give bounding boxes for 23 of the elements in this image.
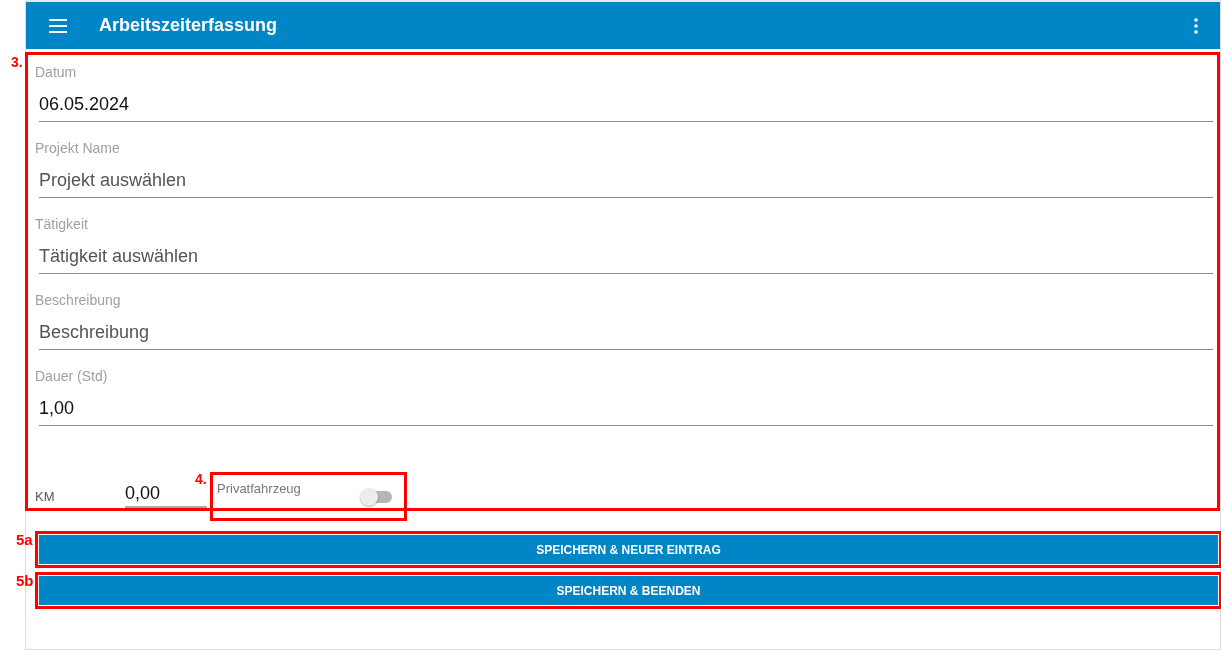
field-label: KM bbox=[35, 489, 56, 504]
input-field[interactable]: Tätigkeit auswählen bbox=[39, 242, 1213, 274]
input-field[interactable]: 0,00 bbox=[125, 483, 207, 508]
field-label: Projekt Name bbox=[35, 140, 121, 158]
annotation-label: 5b bbox=[16, 573, 34, 588]
more-options-icon[interactable] bbox=[1194, 17, 1198, 34]
field-label: Beschreibung bbox=[35, 292, 122, 310]
input-field[interactable]: Projekt auswählen bbox=[39, 166, 1213, 198]
save-button[interactable]: SPEICHERN & NEUER EINTRAG bbox=[39, 535, 1218, 564]
annotation-label: 3. bbox=[11, 55, 23, 69]
app-title: Arbeitszeiterfassung bbox=[99, 15, 278, 36]
save-button[interactable]: SPEICHERN & BEENDEN bbox=[39, 576, 1218, 605]
annotation-label: 4. bbox=[195, 472, 207, 486]
annotation-label: 5a bbox=[16, 532, 33, 547]
toggle-label: Privatfahrzeug bbox=[217, 481, 302, 497]
input-field[interactable]: Beschreibung bbox=[39, 318, 1213, 350]
field-label: Dauer (Std) bbox=[35, 368, 109, 386]
toggle-switch[interactable] bbox=[362, 491, 392, 503]
input-field[interactable]: 1,00 bbox=[39, 394, 1213, 426]
field-label: Tätigkeit bbox=[35, 216, 89, 234]
field-label: Datum bbox=[35, 64, 78, 82]
menu-icon[interactable] bbox=[49, 18, 67, 33]
input-field[interactable]: 06.05.2024 bbox=[39, 90, 1213, 122]
